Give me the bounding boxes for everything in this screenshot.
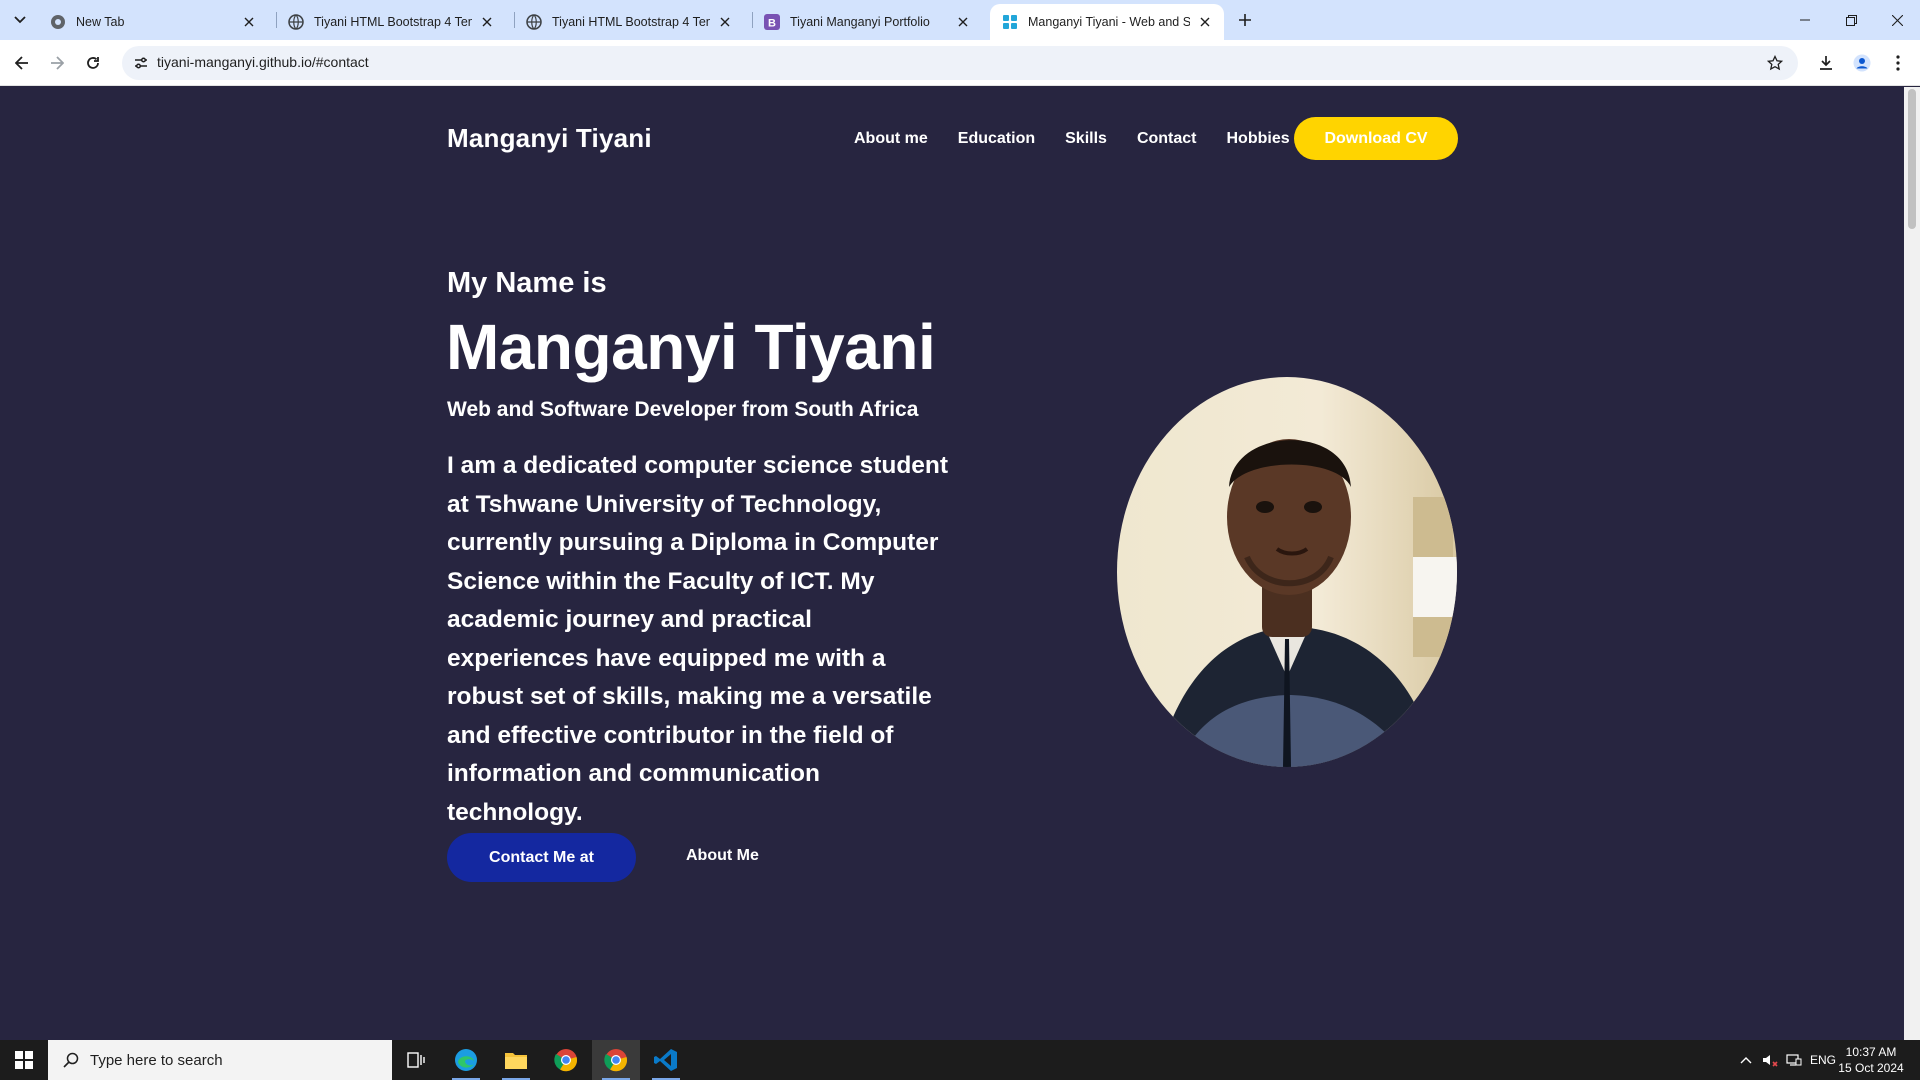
tray-overflow-button[interactable] bbox=[1738, 1040, 1754, 1080]
taskbar-chrome-2[interactable] bbox=[592, 1040, 640, 1080]
page-scrollbar[interactable] bbox=[1904, 87, 1920, 1040]
tab-title: Tiyani HTML Bootstrap 4 Templ bbox=[314, 15, 472, 29]
chevron-up-icon bbox=[1740, 1057, 1752, 1064]
download-icon bbox=[1820, 56, 1832, 70]
tab-search-button[interactable] bbox=[8, 8, 32, 32]
site-brand[interactable]: Manganyi Tiyani bbox=[447, 123, 652, 154]
close-icon[interactable] bbox=[478, 13, 496, 31]
chrome-icon bbox=[554, 1049, 578, 1072]
vscode-icon bbox=[654, 1049, 677, 1071]
search-placeholder: Type here to search bbox=[90, 1051, 223, 1069]
taskbar-edge[interactable] bbox=[442, 1040, 490, 1080]
plus-icon bbox=[1239, 14, 1251, 26]
tab-bootstrap-template-1[interactable]: Tiyani HTML Bootstrap 4 Templ bbox=[276, 4, 506, 40]
forward-button[interactable] bbox=[43, 49, 71, 77]
page-viewport: Manganyi Tiyani About me Education Skill… bbox=[0, 87, 1904, 1040]
profile-photo bbox=[1117, 377, 1457, 767]
clock-time: 10:37 AM bbox=[1845, 1045, 1897, 1059]
minimize-button[interactable] bbox=[1782, 0, 1828, 40]
chrome-icon bbox=[604, 1049, 628, 1072]
tune-icon bbox=[135, 57, 147, 69]
tab-bootstrap-template-2[interactable]: Tiyani HTML Bootstrap 4 Templ bbox=[514, 4, 744, 40]
close-icon[interactable] bbox=[1196, 13, 1214, 31]
bookmark-button[interactable] bbox=[1764, 52, 1786, 74]
site-nav: About me Education Skills Contact Hobbie… bbox=[854, 130, 1320, 148]
arrow-left-icon bbox=[15, 56, 28, 70]
hero-bio: I am a dedicated computer science studen… bbox=[447, 452, 949, 826]
taskbar-vscode[interactable] bbox=[642, 1040, 690, 1080]
profile-icon bbox=[1853, 54, 1871, 72]
kebab-menu-icon bbox=[1896, 55, 1900, 71]
chrome-icon bbox=[51, 15, 65, 29]
menu-button[interactable] bbox=[1884, 49, 1912, 77]
tab-strip: New Tab Tiyani HTML Bootstrap 4 Templ Ti… bbox=[0, 0, 1920, 40]
back-button[interactable] bbox=[8, 49, 36, 77]
task-view-button[interactable] bbox=[392, 1040, 440, 1080]
downloads-button[interactable] bbox=[1812, 49, 1840, 77]
taskbar: Type here to search ENG 10:37 AM 15 Oct … bbox=[0, 1040, 1920, 1080]
browser-toolbar: tiyani-manganyi.github.io/#contact bbox=[0, 40, 1920, 86]
svg-text:B: B bbox=[768, 18, 776, 30]
codepen-icon bbox=[1003, 15, 1017, 29]
scrollbar-thumb[interactable] bbox=[1908, 89, 1916, 229]
chevron-down-icon bbox=[14, 16, 26, 24]
language-indicator[interactable]: ENG bbox=[1808, 1040, 1838, 1080]
tab-title: Tiyani Manganyi Portfolio bbox=[790, 15, 930, 29]
clock-date: 15 Oct 2024 bbox=[1838, 1061, 1904, 1075]
taskbar-file-explorer[interactable] bbox=[492, 1040, 540, 1080]
tab-manganyi-tiyani[interactable]: Manganyi Tiyani - Web and Sof bbox=[990, 4, 1224, 40]
start-button[interactable] bbox=[0, 1040, 48, 1080]
url-text[interactable]: tiyani-manganyi.github.io/#contact bbox=[157, 54, 369, 70]
reload-icon bbox=[87, 57, 99, 69]
search-icon bbox=[62, 1051, 80, 1069]
close-icon bbox=[1891, 14, 1903, 26]
close-icon[interactable] bbox=[716, 13, 734, 31]
task-view-icon bbox=[407, 1052, 425, 1068]
taskbar-search[interactable]: Type here to search bbox=[48, 1040, 392, 1080]
minimize-icon bbox=[1800, 19, 1810, 21]
site-info-button[interactable] bbox=[130, 52, 152, 74]
address-bar[interactable]: tiyani-manganyi.github.io/#contact bbox=[122, 46, 1798, 80]
close-icon[interactable] bbox=[240, 13, 258, 31]
profile-button[interactable] bbox=[1848, 49, 1876, 77]
close-window-button[interactable] bbox=[1874, 0, 1920, 40]
nav-link-contact[interactable]: Contact bbox=[1137, 130, 1197, 148]
hero-intro: My Name is bbox=[447, 267, 607, 299]
restore-button[interactable] bbox=[1828, 0, 1874, 40]
tab-title: Manganyi Tiyani - Web and Sof bbox=[1028, 15, 1190, 29]
restore-icon bbox=[1845, 14, 1857, 26]
network-button[interactable] bbox=[1784, 1040, 1804, 1080]
nav-link-skills[interactable]: Skills bbox=[1065, 130, 1107, 148]
about-me-button[interactable]: About Me bbox=[686, 847, 759, 865]
new-tab-button[interactable] bbox=[1233, 8, 1257, 32]
globe-icon bbox=[526, 14, 542, 30]
hero-name: Manganyi Tiyani bbox=[446, 311, 936, 383]
taskbar-chrome-1[interactable] bbox=[542, 1040, 590, 1080]
edge-icon bbox=[455, 1049, 477, 1071]
tab-title: Tiyani HTML Bootstrap 4 Templ bbox=[552, 15, 710, 29]
download-cv-button[interactable]: Download CV bbox=[1294, 117, 1458, 160]
contact-me-button[interactable]: Contact Me at bbox=[447, 833, 636, 882]
volume-button[interactable] bbox=[1760, 1040, 1780, 1080]
reload-button[interactable] bbox=[79, 49, 107, 77]
nav-link-about[interactable]: About me bbox=[854, 130, 928, 148]
network-icon bbox=[1786, 1054, 1802, 1066]
volume-muted-icon bbox=[1763, 1055, 1778, 1067]
tab-new-tab[interactable]: New Tab bbox=[38, 4, 268, 40]
close-icon[interactable] bbox=[954, 13, 972, 31]
globe-icon bbox=[288, 14, 304, 30]
bootstrap-icon: B bbox=[764, 14, 780, 30]
windows-icon bbox=[15, 1051, 33, 1069]
tab-portfolio[interactable]: B Tiyani Manganyi Portfolio bbox=[752, 4, 982, 40]
arrow-right-icon bbox=[51, 56, 64, 70]
nav-link-hobbies[interactable]: Hobbies bbox=[1227, 130, 1290, 148]
folder-icon bbox=[505, 1053, 527, 1069]
hero-role: Web and Software Developer from South Af… bbox=[447, 398, 919, 421]
nav-link-education[interactable]: Education bbox=[958, 130, 1035, 148]
taskbar-clock[interactable]: 10:37 AM 15 Oct 2024 bbox=[1838, 1044, 1904, 1076]
star-icon bbox=[1767, 55, 1783, 71]
tab-title: New Tab bbox=[76, 15, 125, 29]
